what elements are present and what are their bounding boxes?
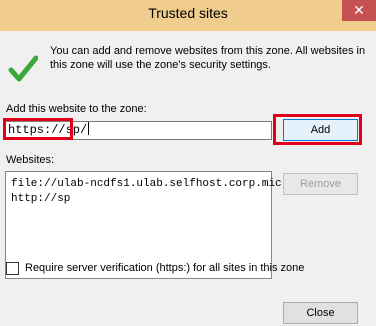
close-button[interactable]: Close (283, 302, 358, 324)
website-input-value: https://sp/ (8, 123, 88, 137)
check-icon (8, 55, 38, 82)
remove-button[interactable]: Remove (283, 173, 358, 195)
dialog-body: You can add and remove websites from thi… (1, 31, 375, 326)
close-icon[interactable]: ✕ (342, 0, 376, 21)
require-verification-checkbox[interactable] (6, 262, 19, 275)
intro-text: You can add and remove websites from thi… (50, 45, 366, 71)
text-caret (88, 122, 90, 135)
list-item[interactable]: http://sp (11, 192, 271, 207)
websites-label: Websites: (6, 154, 55, 166)
window-title: Trusted sites (148, 5, 228, 21)
website-input[interactable]: https://sp/ (5, 121, 272, 140)
add-button[interactable]: Add (283, 119, 358, 141)
add-website-label: Add this website to the zone: (6, 103, 147, 115)
title-bar[interactable]: Trusted sites ✕ (0, 0, 376, 31)
list-item[interactable]: file://ulab-ncdfs1.ulab.selfhost.corp.mi… (11, 177, 348, 192)
require-verification-label: Require server verification (https:) for… (25, 262, 305, 274)
